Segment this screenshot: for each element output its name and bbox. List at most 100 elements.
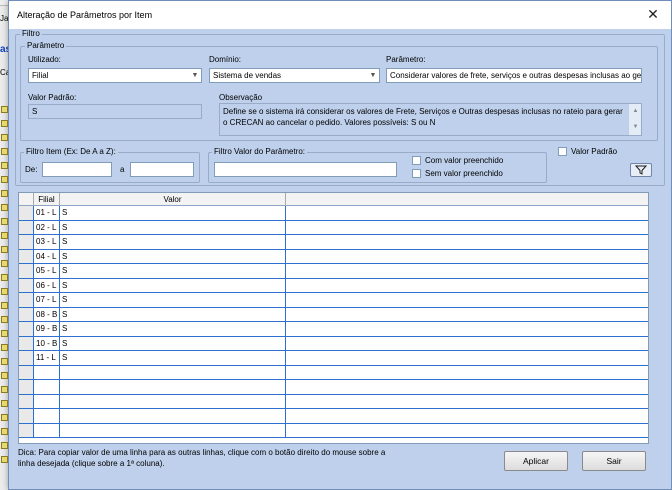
row-indicator[interactable] bbox=[19, 235, 34, 249]
filtro-item-group: Filtro Item (Ex: De A a Z): De: a bbox=[20, 147, 200, 183]
table-row[interactable]: 05 - LS bbox=[19, 264, 648, 279]
row-indicator[interactable] bbox=[19, 278, 34, 292]
dialog-title: Alteração de Parâmetros por Item bbox=[17, 10, 153, 20]
scroll-up-icon[interactable]: ▲ bbox=[629, 106, 641, 117]
row-indicator[interactable] bbox=[19, 394, 34, 408]
table-row[interactable]: 10 - BS bbox=[19, 336, 648, 351]
filtro-valor-group: Filtro Valor do Parâmetro: Com valor pre… bbox=[208, 147, 547, 183]
grid-header-valor[interactable]: Valor bbox=[60, 193, 286, 206]
row-indicator[interactable] bbox=[19, 365, 34, 379]
close-icon[interactable]: ✕ bbox=[645, 6, 661, 22]
com-valor-checkbox[interactable] bbox=[412, 156, 421, 165]
valor-cell[interactable]: S bbox=[60, 336, 286, 350]
tip-text: Dica: Para copiar valor de uma linha par… bbox=[18, 448, 386, 468]
table-row[interactable]: 08 - BS bbox=[19, 307, 648, 322]
table-row[interactable]: 02 - LS bbox=[19, 220, 648, 235]
utilizado-select[interactable]: Filial ▼ bbox=[28, 68, 202, 83]
valor-cell[interactable]: S bbox=[60, 264, 286, 278]
row-indicator[interactable] bbox=[19, 249, 34, 263]
valor-cell[interactable] bbox=[60, 380, 286, 394]
table-row[interactable] bbox=[19, 423, 648, 438]
dominio-value: Sistema de vendas bbox=[213, 71, 282, 80]
row-indicator[interactable] bbox=[19, 336, 34, 350]
parametro-field[interactable]: Considerar valores de frete, serviços e … bbox=[386, 68, 642, 83]
valor-cell[interactable]: S bbox=[60, 249, 286, 263]
row-indicator[interactable] bbox=[19, 264, 34, 278]
table-row[interactable] bbox=[19, 394, 648, 409]
filial-cell[interactable]: 01 - L bbox=[34, 206, 60, 220]
valor-cell[interactable]: S bbox=[60, 220, 286, 234]
filial-cell[interactable]: 06 - L bbox=[34, 278, 60, 292]
filtro-group-label: Filtro bbox=[20, 29, 42, 38]
row-indicator[interactable] bbox=[19, 423, 34, 437]
filial-cell[interactable]: 03 - L bbox=[34, 235, 60, 249]
apply-filter-button[interactable] bbox=[630, 163, 652, 177]
filial-cell[interactable]: 08 - B bbox=[34, 307, 60, 321]
table-row[interactable]: 07 - LS bbox=[19, 293, 648, 308]
grid-header-filial[interactable]: Filial bbox=[34, 193, 60, 206]
filtro-a-input[interactable] bbox=[130, 162, 194, 177]
dialog-client-area: Filtro Parâmetro Utilizado: Filial ▼ Dom… bbox=[9, 29, 671, 489]
valor-cell[interactable]: S bbox=[60, 351, 286, 365]
table-row[interactable]: 11 - LS bbox=[19, 351, 648, 366]
row-indicator[interactable] bbox=[19, 351, 34, 365]
valor-cell[interactable]: S bbox=[60, 293, 286, 307]
valor-padrao-checkbox[interactable] bbox=[558, 147, 567, 156]
a-label: a bbox=[120, 165, 125, 174]
table-row[interactable]: 03 - LS bbox=[19, 235, 648, 250]
table-row[interactable] bbox=[19, 409, 648, 424]
table-row[interactable]: 01 - LS bbox=[19, 206, 648, 221]
sem-valor-checkbox[interactable] bbox=[412, 169, 421, 178]
valor-cell[interactable]: S bbox=[60, 235, 286, 249]
filial-grid[interactable]: Filial Valor 01 - L S 02 - L S 03 - L S 04 - L… bbox=[18, 192, 649, 444]
filial-cell[interactable]: 09 - B bbox=[34, 322, 60, 336]
dominio-label: Domínio: bbox=[209, 55, 242, 64]
vertical-scrollbar[interactable]: ▲ ▼ bbox=[628, 104, 641, 135]
row-indicator[interactable] bbox=[19, 307, 34, 321]
filial-cell[interactable] bbox=[34, 394, 60, 408]
row-indicator[interactable] bbox=[19, 322, 34, 336]
filial-cell[interactable]: 11 - L bbox=[34, 351, 60, 365]
filial-cell[interactable] bbox=[34, 423, 60, 437]
utilizado-value: Filial bbox=[32, 71, 49, 80]
row-indicator[interactable] bbox=[19, 206, 34, 220]
row-indicator[interactable] bbox=[19, 380, 34, 394]
sair-button[interactable]: Sair bbox=[582, 451, 646, 471]
filtro-valor-input[interactable] bbox=[214, 162, 397, 177]
valor-cell[interactable]: S bbox=[60, 307, 286, 321]
dominio-select[interactable]: Sistema de vendas ▼ bbox=[209, 68, 380, 83]
observacao-memo[interactable]: Define se o sistema irá considerar os va… bbox=[219, 103, 642, 136]
row-indicator[interactable] bbox=[19, 293, 34, 307]
table-row[interactable]: 04 - LS bbox=[19, 249, 648, 264]
valor-cell[interactable]: S bbox=[60, 278, 286, 292]
grid-header-indicator bbox=[19, 193, 34, 206]
row-indicator[interactable] bbox=[19, 220, 34, 234]
filtro-de-input[interactable] bbox=[42, 162, 112, 177]
com-valor-label: Com valor preenchido bbox=[425, 156, 504, 165]
filial-cell[interactable] bbox=[34, 409, 60, 423]
table-row[interactable] bbox=[19, 380, 648, 395]
table-row[interactable] bbox=[19, 365, 648, 380]
valor-cell[interactable] bbox=[60, 394, 286, 408]
valor-cell[interactable]: S bbox=[60, 322, 286, 336]
filial-cell[interactable]: 07 - L bbox=[34, 293, 60, 307]
filial-cell[interactable] bbox=[34, 380, 60, 394]
filial-cell[interactable]: 10 - B bbox=[34, 336, 60, 350]
valor-cell[interactable] bbox=[60, 423, 286, 437]
valor-cell[interactable] bbox=[60, 409, 286, 423]
filial-cell[interactable]: 05 - L bbox=[34, 264, 60, 278]
chevron-down-icon: ▼ bbox=[367, 69, 379, 82]
row-indicator[interactable] bbox=[19, 409, 34, 423]
filial-cell[interactable] bbox=[34, 365, 60, 379]
table-row[interactable]: 09 - BS bbox=[19, 322, 648, 337]
valor-padrao-value: S bbox=[32, 107, 38, 116]
filial-cell[interactable]: 04 - L bbox=[34, 249, 60, 263]
valor-padrao-check-label: Valor Padrão bbox=[571, 147, 618, 156]
table-row[interactable]: 06 - LS bbox=[19, 278, 648, 293]
valor-cell[interactable]: S bbox=[60, 206, 286, 220]
aplicar-button[interactable]: Aplicar bbox=[504, 451, 568, 471]
filial-cell[interactable]: 02 - L bbox=[34, 220, 60, 234]
title-bar: Alteração de Parâmetros por Item ✕ bbox=[9, 1, 671, 29]
scroll-down-icon[interactable]: ▼ bbox=[629, 122, 641, 133]
valor-cell[interactable] bbox=[60, 365, 286, 379]
